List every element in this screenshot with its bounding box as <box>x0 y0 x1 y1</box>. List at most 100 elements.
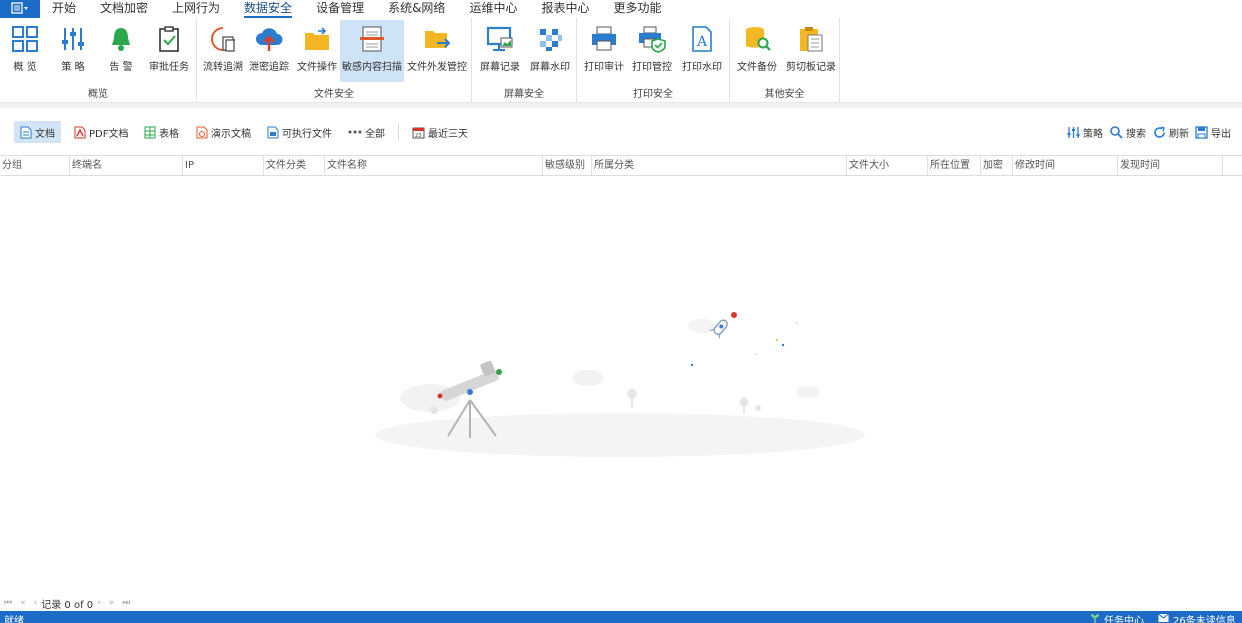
ribbon-group-file-security-label: 文件安全 <box>314 89 354 100</box>
menu-item-data-security[interactable]: 数据安全 <box>244 0 293 18</box>
filter-bar: 文档 PDF文档 表格 演示文稿 可执行文件 全部 23 最近三天 策略 搜索 … <box>0 118 1242 146</box>
alert-button[interactable]: 告 警 <box>100 20 142 82</box>
filter-pdf-label: PDF文档 <box>89 128 129 140</box>
printer-icon <box>589 22 619 56</box>
file-outgoing-control-button-label: 文件外发管控 <box>407 62 467 73</box>
empty-state-illustration <box>370 300 870 460</box>
ribbon-group-other-security: 文件备份 剪切板记录 其他安全 <box>730 18 840 102</box>
policy-button[interactable]: 策 略 <box>52 20 94 82</box>
task-center-button[interactable]: 任务中心 <box>1090 612 1144 623</box>
calendar-icon: 23 <box>412 126 425 139</box>
menu-icon <box>11 1 29 17</box>
folder-arrow-icon <box>422 22 452 56</box>
first-page-icon[interactable]: ⏮ <box>4 598 12 608</box>
unread-messages-button[interactable]: 26条未读信息 <box>1158 612 1236 623</box>
monitor-icon <box>485 22 515 56</box>
column-terminal[interactable]: 终端名 <box>70 156 183 175</box>
ribbon: 概 览 策 略 告 警 审批任务 概览 流转追溯 泄密追踪 文件操作 敏感内容扫… <box>0 18 1242 102</box>
flow-trace-button-label: 流转追溯 <box>203 62 243 73</box>
search-button[interactable]: 搜索 <box>1104 121 1152 143</box>
print-watermark-button[interactable]: A 打印水印 <box>679 20 725 82</box>
approval-task-button-label: 审批任务 <box>149 62 189 73</box>
file-backup-button[interactable]: 文件备份 <box>734 20 780 82</box>
prev-page-group-icon[interactable]: « <box>20 598 26 608</box>
ribbon-group-screen-security: 屏幕记录 屏幕水印 屏幕安全 <box>472 18 577 102</box>
column-file-name[interactable]: 文件名称 <box>325 156 543 175</box>
column-ip[interactable]: IP <box>183 156 264 175</box>
filter-all[interactable]: 全部 <box>342 121 391 143</box>
menu-item-report-center[interactable]: 报表中心 <box>541 0 589 18</box>
export-label: 导出 <box>1211 128 1231 140</box>
cloud-upload-icon <box>254 22 284 56</box>
menu-item-system-network[interactable]: 系统&网络 <box>388 0 445 18</box>
prev-page-icon[interactable]: ‹ <box>34 598 38 608</box>
svg-text:23: 23 <box>415 133 421 139</box>
date-range-button[interactable]: 23 最近三天 <box>406 121 474 143</box>
ribbon-group-overview: 概 览 策 略 告 警 审批任务 概览 <box>0 18 197 102</box>
ribbon-divider <box>0 102 1242 108</box>
ribbon-group-screen-security-label: 屏幕安全 <box>504 89 544 100</box>
policy-action-button[interactable]: 策略 <box>1061 121 1109 143</box>
overview-button[interactable]: 概 览 <box>4 20 46 82</box>
column-modified-time[interactable]: 修改时间 <box>1013 156 1118 175</box>
folder-icon <box>302 22 332 56</box>
filter-spreadsheet-label: 表格 <box>159 128 179 140</box>
printer-shield-icon <box>637 22 667 56</box>
next-page-icon[interactable]: › <box>97 598 101 608</box>
more-dots-icon <box>348 129 362 135</box>
flow-trace-button[interactable]: 流转追溯 <box>201 20 245 82</box>
file-operation-button-label: 文件操作 <box>297 62 337 73</box>
menu-item-ops-center[interactable]: 运维中心 <box>469 0 517 18</box>
filter-document[interactable]: 文档 <box>14 121 61 143</box>
app-menu-button[interactable] <box>0 0 40 18</box>
column-sensitivity[interactable]: 敏感级别 <box>543 156 592 175</box>
file-outgoing-control-button[interactable]: 文件外发管控 <box>406 20 468 82</box>
print-control-button-label: 打印管控 <box>632 62 672 73</box>
filter-executable[interactable]: 可执行文件 <box>261 121 338 143</box>
menu-item-device[interactable]: 设备管理 <box>316 0 364 18</box>
export-button[interactable]: 导出 <box>1189 121 1237 143</box>
overview-button-label: 概 览 <box>13 62 37 73</box>
status-bar: 就绪 任务中心 26条未读信息 <box>0 611 1242 623</box>
approval-task-button[interactable]: 审批任务 <box>146 20 192 82</box>
menu-item-start[interactable]: 开始 <box>52 0 76 18</box>
status-text: 就绪 <box>4 616 24 623</box>
print-control-button[interactable]: 打印管控 <box>629 20 675 82</box>
menu-item-internet[interactable]: 上网行为 <box>172 0 220 18</box>
file-operation-button[interactable]: 文件操作 <box>295 20 339 82</box>
column-file-category[interactable]: 文件分类 <box>264 156 325 175</box>
unread-messages-label: 26条未读信息 <box>1173 616 1236 623</box>
column-location[interactable]: 所在位置 <box>928 156 981 175</box>
policy-button-label: 策 略 <box>61 62 85 73</box>
executable-icon <box>267 126 279 139</box>
clipboard-record-button[interactable]: 剪切板记录 <box>784 20 838 82</box>
screen-record-button[interactable]: 屏幕记录 <box>476 20 524 82</box>
column-encrypted[interactable]: 加密 <box>981 156 1013 175</box>
text-document-icon: A <box>687 22 717 56</box>
column-classification[interactable]: 所属分类 <box>592 156 847 175</box>
save-icon <box>1195 125 1208 139</box>
screen-watermark-button[interactable]: 屏幕水印 <box>526 20 574 82</box>
menu-item-more[interactable]: 更多功能 <box>613 0 661 18</box>
last-page-icon[interactable]: ⏭ <box>122 598 130 608</box>
filter-presentation[interactable]: 演示文稿 <box>190 121 257 143</box>
column-found-time[interactable]: 发现时间 <box>1118 156 1223 175</box>
clipboard-icon <box>796 22 826 56</box>
column-file-size[interactable]: 文件大小 <box>847 156 928 175</box>
refresh-button[interactable]: 刷新 <box>1147 121 1195 143</box>
filter-all-label: 全部 <box>365 128 385 140</box>
menu-item-doc-encrypt[interactable]: 文档加密 <box>100 0 148 18</box>
sensitive-scan-button[interactable]: 敏感内容扫描 <box>340 20 404 82</box>
screen-watermark-button-label: 屏幕水印 <box>530 62 570 73</box>
database-search-icon <box>742 22 772 56</box>
bell-icon <box>106 22 136 56</box>
ribbon-group-overview-label: 概览 <box>88 89 108 100</box>
leak-track-button-label: 泄密追踪 <box>249 62 289 73</box>
filter-pdf[interactable]: PDF文档 <box>68 121 134 143</box>
filter-spreadsheet[interactable]: 表格 <box>138 121 185 143</box>
column-group[interactable]: 分组 <box>0 156 70 175</box>
next-page-group-icon[interactable]: » <box>109 598 115 608</box>
leak-track-button[interactable]: 泄密追踪 <box>247 20 291 82</box>
print-audit-button[interactable]: 打印审计 <box>581 20 627 82</box>
ribbon-group-print-security: 打印审计 打印管控 A 打印水印 打印安全 <box>577 18 730 102</box>
